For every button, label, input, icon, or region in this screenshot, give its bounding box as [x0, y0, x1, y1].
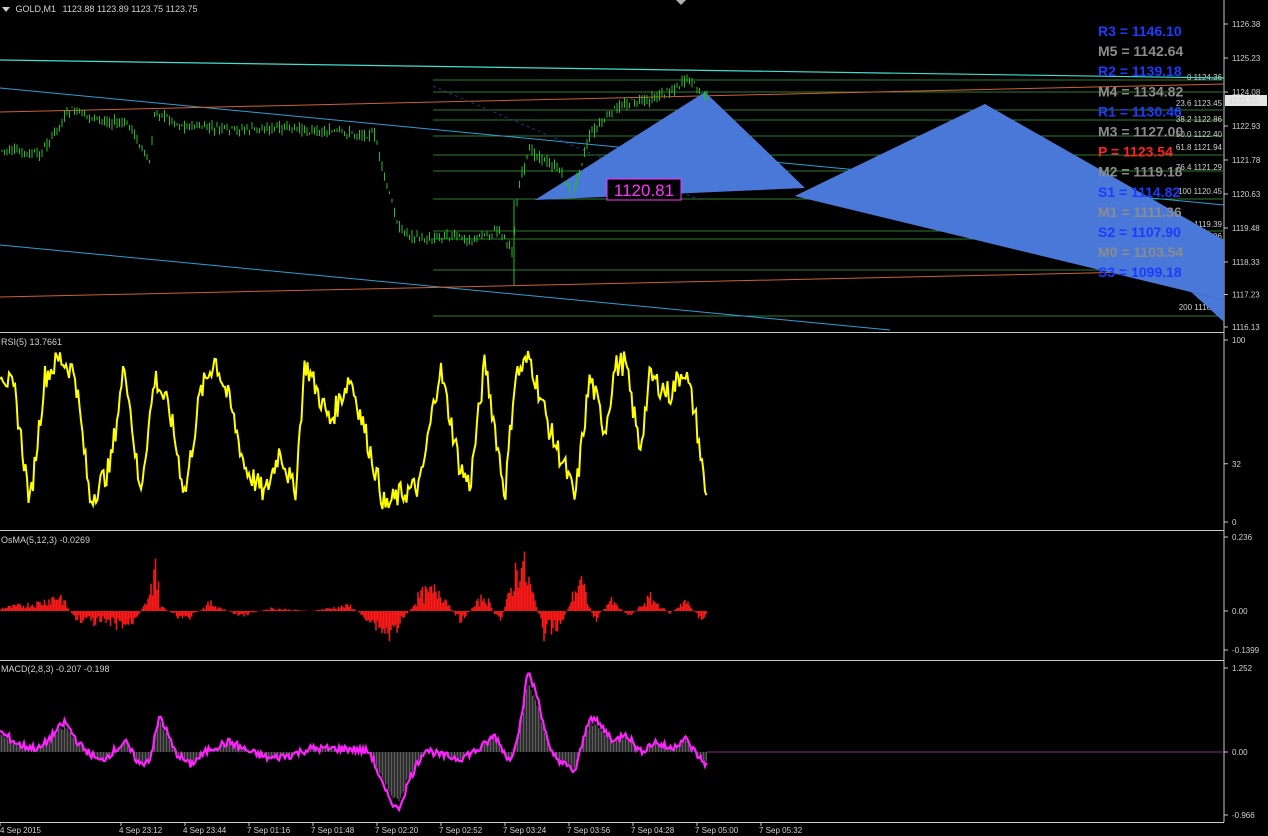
- rsi-tick-label: 100: [1232, 336, 1246, 345]
- osma-tick-label: 0.236: [1232, 533, 1253, 542]
- macd-tick-label: 0.00: [1232, 748, 1248, 757]
- price-tick-label: 1119.48: [1232, 224, 1260, 233]
- osma-title: OsMA(5,12,3) -0.0269: [1, 535, 91, 545]
- rsi-tick-label: 32: [1232, 460, 1241, 469]
- rsi-tick-label: 0: [1232, 518, 1237, 527]
- pivot-level-label: S1 = 1114.82: [1098, 184, 1180, 200]
- pivot-level-label: M3 = 1127.00: [1098, 124, 1183, 140]
- chart-header: GOLD,M1 1123.88 1123.89 1123.75 1123.75: [2, 4, 198, 14]
- time-tick-label: 7 Sep 01:16: [247, 826, 291, 835]
- pivot-level-label: P = 1123.54: [1098, 144, 1173, 160]
- time-tick-label: 4 Sep 23:12: [119, 826, 163, 835]
- symbol-dropdown-icon[interactable]: [2, 7, 10, 13]
- time-tick-label: 4 Sep 2015: [0, 826, 41, 835]
- fibo-level-label: 100 1120.45: [1178, 187, 1222, 196]
- rsi-title: RSI(5) 13.7661: [1, 337, 63, 347]
- rsi-line: [0, 350, 708, 510]
- time-tick-label: 7 Sep 03:56: [567, 826, 611, 835]
- pivot-level-label: S3 = 1099.18: [1098, 264, 1182, 280]
- osma-tick-label: -0.1399: [1232, 646, 1260, 655]
- pivot-level-label: M0 = 1103.54: [1098, 244, 1183, 260]
- macd-title: MACD(2,8,3) -0.207 -0.198: [1, 664, 110, 674]
- chart-canvas: 1126.381125.231124.081122.931121.781120.…: [0, 0, 1267, 835]
- scroll-marker-icon: [676, 0, 686, 5]
- pivot-level-label: S2 = 1107.90: [1098, 224, 1181, 240]
- price-tick-label: 1120.63: [1232, 190, 1261, 199]
- time-tick-label: 7 Sep 01:48: [311, 826, 355, 835]
- macd-line: [0, 672, 708, 813]
- pivot-level-label: M2 = 1119.18: [1098, 164, 1183, 180]
- fibo-level-label: 61.8 1121.94: [1176, 143, 1223, 152]
- time-tick-label: 7 Sep 04:28: [631, 826, 675, 835]
- osma-tick-label: 0.00: [1232, 607, 1248, 616]
- price-tick-label: 1126.38: [1232, 20, 1261, 29]
- macd-tick-label: -0.966: [1232, 811, 1255, 820]
- channel-line-top: [0, 59, 1225, 79]
- price-tick-label: 1116.13: [1232, 323, 1260, 332]
- pivot-level-label: M4 = 1134.82: [1098, 83, 1183, 99]
- price-tick-label: 1118.33: [1232, 258, 1260, 267]
- price-tick-label: 1121.78: [1232, 156, 1261, 165]
- support-line: [0, 269, 1225, 298]
- time-tick-label: 7 Sep 02:20: [375, 826, 419, 835]
- price-tick-label: 1117.23: [1232, 290, 1260, 299]
- time-tick-label: 7 Sep 05:32: [759, 826, 803, 835]
- resistance-line: [0, 83, 1225, 113]
- time-tick-label: 7 Sep 02:52: [439, 826, 483, 835]
- fibo-level-label: 23.6 1123.45: [1176, 99, 1223, 108]
- price-tick-label: 1122.93: [1232, 122, 1261, 131]
- pivot-level-label: M5 = 1142.64: [1098, 43, 1183, 59]
- symbol-label: GOLD,M1: [15, 4, 57, 14]
- macd-tick-label: 1.252: [1232, 664, 1253, 673]
- time-tick-label: 7 Sep 03:24: [503, 826, 547, 835]
- quote-values: 1123.88 1123.89 1123.75 1123.75: [62, 4, 198, 14]
- pattern-label: 1120.81: [614, 181, 674, 200]
- pivot-level-label: R1 = 1130.46: [1098, 103, 1182, 119]
- time-tick-label: 4 Sep 23:44: [183, 826, 227, 835]
- pivot-level-label: M1 = 1111.36: [1098, 204, 1182, 220]
- fibo-level-label: 76.4 1121.29: [1176, 163, 1223, 172]
- time-tick-label: 7 Sep 05:00: [695, 826, 739, 835]
- current-price-label: 1123.75: [1229, 97, 1258, 106]
- price-tick-label: 1125.23: [1232, 54, 1261, 63]
- pivot-level-label: R2 = 1139.18: [1098, 63, 1182, 79]
- pivot-level-label: R3 = 1146.10: [1098, 23, 1182, 39]
